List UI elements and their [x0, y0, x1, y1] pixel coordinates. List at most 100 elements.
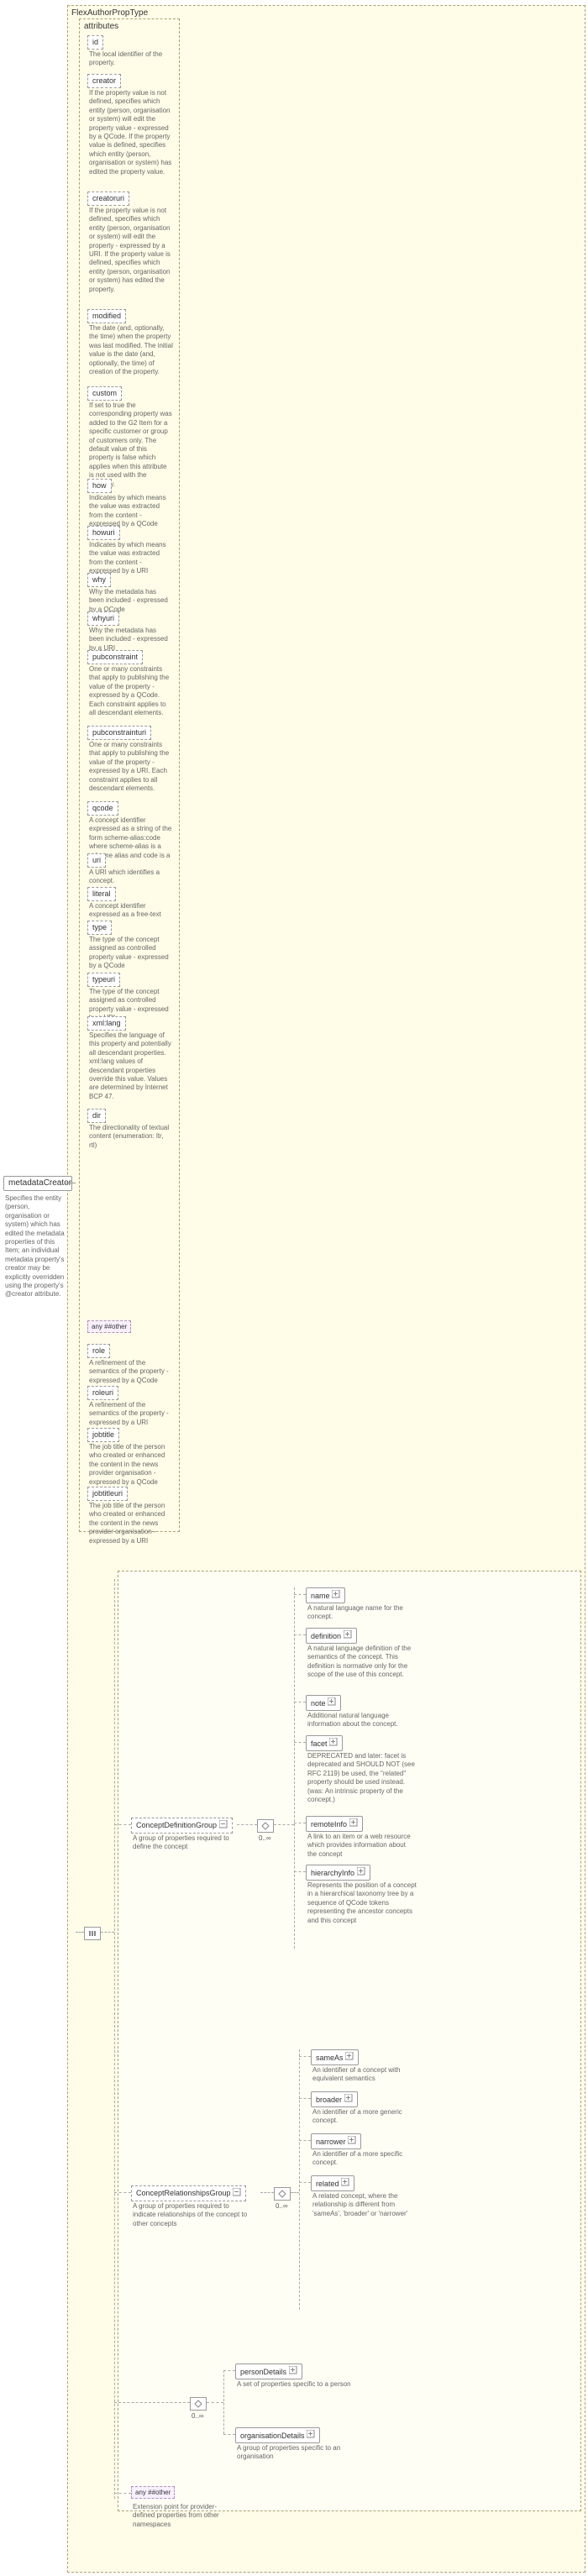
expand-icon[interactable]	[219, 1820, 228, 1831]
any-val: ##other	[148, 2489, 171, 2496]
choice-box	[274, 2187, 291, 2201]
node-name[interactable]: name	[306, 1587, 345, 1603]
choice-box	[257, 1819, 274, 1833]
node-desc-personDetails: A set of properties specific to a person	[235, 2379, 356, 2390]
attr-desc-jobtitleuri: The job title of the person who created …	[87, 1500, 175, 1547]
conn	[294, 1594, 306, 1596]
expand-icon[interactable]	[349, 1818, 358, 1827]
conn-v	[114, 1579, 115, 2499]
attr-xml:lang[interactable]: xml:lang	[87, 1016, 126, 1031]
conn	[207, 2402, 223, 2404]
attr-creatoruri[interactable]: creatoruri	[87, 191, 129, 206]
attr-pubconstrainturi[interactable]: pubconstrainturi	[87, 726, 151, 740]
node-note[interactable]: note	[306, 1695, 341, 1711]
expand-icon[interactable]	[329, 1738, 338, 1746]
expand-icon[interactable]	[348, 2136, 356, 2144]
concept-relationships-group[interactable]: ConceptRelationshipsGroup	[131, 2185, 246, 2201]
node-desc-note: Additional natural language information …	[306, 1710, 418, 1731]
choice-icon	[261, 1822, 270, 1830]
attr-modified[interactable]: modified	[87, 309, 126, 323]
node-name: metadataCreator	[8, 1178, 71, 1188]
conn	[294, 1871, 306, 1873]
conn	[294, 1742, 306, 1744]
expand-icon[interactable]	[289, 2366, 297, 2374]
attr-desc-type: The type of the concept assigned as cont…	[87, 934, 175, 973]
conn	[223, 2370, 235, 2372]
attr-desc-uri: A URI which identifies a concept.	[87, 867, 175, 888]
attr-desc-id: The local identifier of the property.	[87, 49, 175, 70]
expand-icon[interactable]	[341, 2178, 349, 2186]
attr-desc-pubconstrainturi: One or many constraints that apply to pu…	[87, 739, 175, 795]
attr-desc-creator: If the property value is not defined, sp…	[87, 87, 175, 178]
attr-desc-role: A refinement of the semantics of the pro…	[87, 1357, 175, 1387]
sequence-box	[84, 1927, 101, 1940]
conn	[237, 1824, 257, 1826]
conn-v	[299, 2049, 300, 2310]
node-facet[interactable]: facet	[306, 1735, 343, 1751]
node-desc-narrower: An identifier of a more specific concept…	[311, 2148, 423, 2169]
expand-icon[interactable]	[344, 2094, 353, 2102]
attr-jobtitleuri[interactable]: jobtitleuri	[87, 1487, 128, 1501]
conn	[291, 2192, 299, 2194]
attr-roleuri[interactable]: roleuri	[87, 1386, 118, 1400]
node-desc-related: A related concept, where the relationshi…	[311, 2190, 423, 2220]
expand-icon[interactable]	[344, 1630, 352, 1639]
any-kw: any	[135, 2489, 148, 2496]
diagram-canvas: { "header": {"title": "FlexAuthorPropTyp…	[0, 0, 588, 2576]
attr-howuri[interactable]: howuri	[87, 526, 120, 540]
node-hierarchyInfo[interactable]: hierarchyInfo	[306, 1865, 370, 1881]
cdg-card: 0..∞	[259, 1834, 271, 1842]
node-desc-sameAs: An identifier of a concept with equivale…	[311, 2064, 423, 2085]
node-desc-facet: DEPRECATED and later: facet is deprecate…	[306, 1750, 418, 1806]
attr-literal[interactable]: literal	[87, 887, 116, 901]
expand-icon[interactable]	[233, 2188, 241, 2199]
conn	[114, 2493, 131, 2495]
conn	[114, 1824, 131, 1826]
attr-why[interactable]: why	[87, 573, 111, 587]
conn	[299, 2056, 311, 2058]
expand-icon[interactable]	[345, 2052, 354, 2060]
conn	[299, 2140, 311, 2142]
node-desc-remoteInfo: A link to an item or a web resource whic…	[306, 1831, 418, 1860]
attr-qcode[interactable]: qcode	[87, 801, 118, 816]
attr-creator[interactable]: creator	[87, 74, 121, 88]
attr-how[interactable]: how	[87, 479, 112, 493]
any-element: any ##other	[131, 2486, 175, 2499]
concept-definition-group[interactable]: ConceptDefinitionGroup	[131, 1818, 233, 1834]
node-narrower[interactable]: narrower	[311, 2133, 361, 2149]
attributes-label: attributes	[80, 19, 179, 34]
metadata-creator-node[interactable]: metadataCreator	[3, 1176, 72, 1191]
node-broader[interactable]: broader	[311, 2091, 358, 2107]
any-kw: any	[92, 1323, 104, 1330]
attr-pubconstraint[interactable]: pubconstraint	[87, 650, 143, 664]
node-sameAs[interactable]: sameAs	[311, 2049, 359, 2065]
attr-role[interactable]: role	[87, 1344, 110, 1358]
group-label: ConceptDefinitionGroup	[136, 1821, 217, 1829]
node-related[interactable]: related	[311, 2175, 354, 2191]
sequence-icon	[88, 1929, 97, 1938]
attr-typeuri[interactable]: typeuri	[87, 973, 120, 987]
attr-desc-dir: The directionality of textual content (e…	[87, 1122, 175, 1152]
node-remoteInfo[interactable]: remoteInfo	[306, 1816, 363, 1832]
expand-icon[interactable]	[357, 1867, 365, 1876]
attr-whyuri[interactable]: whyuri	[87, 611, 119, 626]
attr-dir[interactable]: dir	[87, 1109, 106, 1123]
attr-type[interactable]: type	[87, 921, 112, 935]
any-val: ##other	[104, 1323, 127, 1330]
node-definition[interactable]: definition	[306, 1628, 357, 1644]
expand-icon[interactable]	[307, 2430, 315, 2438]
node-organisationDetails[interactable]: organisationDetails	[235, 2427, 320, 2443]
expand-icon[interactable]	[328, 1697, 336, 1706]
expand-icon[interactable]	[332, 1590, 340, 1598]
conn	[101, 1932, 114, 1933]
attr-desc-custom: If set to true the corresponding propert…	[87, 400, 175, 491]
conn	[223, 2434, 235, 2436]
attr-id[interactable]: id	[87, 35, 103, 50]
node-personDetails[interactable]: personDetails	[235, 2364, 302, 2379]
attr-custom[interactable]: custom	[87, 386, 122, 401]
conn	[114, 2402, 190, 2404]
attr-uri[interactable]: uri	[87, 853, 106, 868]
attr-jobtitle[interactable]: jobtitle	[87, 1428, 119, 1442]
choice-icon	[194, 2400, 202, 2408]
group-label: ConceptRelationshipsGroup	[136, 2189, 231, 2197]
